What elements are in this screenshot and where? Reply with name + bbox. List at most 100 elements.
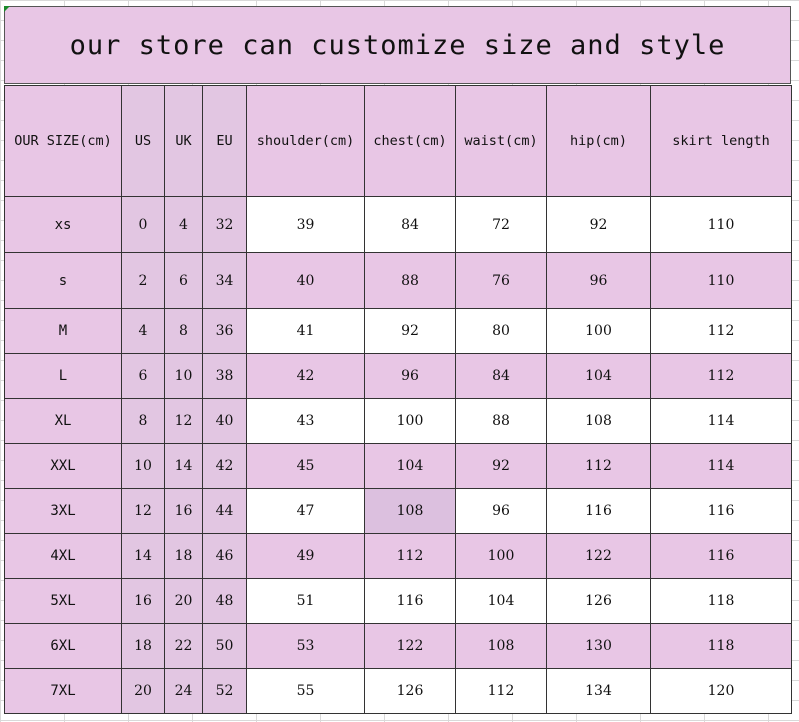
cell-eu: 32 (202, 196, 247, 253)
table-row: 5XL 16 20 48 51 116 104 126 118 (4, 578, 792, 624)
cell-chest: 122 (364, 623, 456, 669)
cell-shoulder: 39 (246, 196, 365, 253)
cell-waist: 84 (455, 353, 547, 399)
cell-chest: 84 (364, 196, 456, 253)
cell-us: 6 (121, 353, 165, 399)
cell-hip: 126 (546, 578, 651, 624)
header-us: US (121, 85, 165, 197)
cell-chest: 104 (364, 443, 456, 489)
cell-uk: 20 (164, 578, 203, 624)
table-row: 3XL 12 16 44 47 108 96 116 116 (4, 488, 792, 534)
cell-our-size: xs (4, 196, 122, 253)
cell-shoulder: 51 (246, 578, 365, 624)
cell-skirt-length: 118 (650, 578, 792, 624)
cell-waist: 72 (455, 196, 547, 253)
header-waist: waist(cm) (455, 85, 547, 197)
cell-chest: 116 (364, 578, 456, 624)
cell-our-size: 7XL (4, 668, 122, 714)
cell-hip: 116 (546, 488, 651, 534)
cell-uk: 16 (164, 488, 203, 534)
header-skirt-length: skirt length (650, 85, 792, 197)
cell-our-size: XL (4, 398, 122, 444)
cell-us: 12 (121, 488, 165, 534)
cell-waist: 80 (455, 308, 547, 354)
cell-skirt-length: 114 (650, 398, 792, 444)
header-row: OUR SIZE(cm) US UK EU shoulder(cm) chest… (4, 85, 792, 197)
cell-chest: 108 (364, 488, 456, 534)
cell-uk: 8 (164, 308, 203, 354)
cell-us: 16 (121, 578, 165, 624)
table-row: M 4 8 36 41 92 80 100 112 (4, 308, 792, 354)
cell-eu: 44 (202, 488, 247, 534)
cell-shoulder: 55 (246, 668, 365, 714)
cell-us: 4 (121, 308, 165, 354)
cell-our-size: XXL (4, 443, 122, 489)
table-row: 6XL 18 22 50 53 122 108 130 118 (4, 623, 792, 669)
cell-shoulder: 40 (246, 252, 365, 309)
cell-us: 18 (121, 623, 165, 669)
table-row: XXL 10 14 42 45 104 92 112 114 (4, 443, 792, 489)
cell-hip: 134 (546, 668, 651, 714)
cell-comment-marker-icon (4, 6, 10, 12)
table-row: s 2 6 34 40 88 76 96 110 (4, 252, 792, 309)
table-row: 4XL 14 18 46 49 112 100 122 116 (4, 533, 792, 579)
cell-us: 20 (121, 668, 165, 714)
cell-waist: 108 (455, 623, 547, 669)
cell-skirt-length: 110 (650, 252, 792, 309)
cell-uk: 14 (164, 443, 203, 489)
header-eu: EU (202, 85, 247, 197)
cell-eu: 42 (202, 443, 247, 489)
cell-waist: 112 (455, 668, 547, 714)
cell-hip: 130 (546, 623, 651, 669)
cell-eu: 34 (202, 252, 247, 309)
cell-shoulder: 43 (246, 398, 365, 444)
cell-shoulder: 42 (246, 353, 365, 399)
cell-uk: 24 (164, 668, 203, 714)
cell-skirt-length: 120 (650, 668, 792, 714)
cell-us: 2 (121, 252, 165, 309)
cell-skirt-length: 116 (650, 488, 792, 534)
cell-waist: 92 (455, 443, 547, 489)
cell-chest: 126 (364, 668, 456, 714)
cell-skirt-length: 116 (650, 533, 792, 579)
cell-hip: 104 (546, 353, 651, 399)
cell-our-size: 5XL (4, 578, 122, 624)
cell-our-size: M (4, 308, 122, 354)
cell-shoulder: 41 (246, 308, 365, 354)
cell-eu: 46 (202, 533, 247, 579)
cell-uk: 4 (164, 196, 203, 253)
cell-eu: 40 (202, 398, 247, 444)
cell-our-size: 3XL (4, 488, 122, 534)
cell-shoulder: 45 (246, 443, 365, 489)
header-chest: chest(cm) (364, 85, 456, 197)
cell-our-size: 6XL (4, 623, 122, 669)
cell-shoulder: 49 (246, 533, 365, 579)
cell-our-size: L (4, 353, 122, 399)
cell-hip: 96 (546, 252, 651, 309)
cell-chest: 112 (364, 533, 456, 579)
cell-chest: 92 (364, 308, 456, 354)
cell-uk: 22 (164, 623, 203, 669)
header-shoulder: shoulder(cm) (246, 85, 365, 197)
table-row: XL 8 12 40 43 100 88 108 114 (4, 398, 792, 444)
cell-hip: 100 (546, 308, 651, 354)
cell-us: 10 (121, 443, 165, 489)
cell-skirt-length: 118 (650, 623, 792, 669)
cell-waist: 100 (455, 533, 547, 579)
cell-waist: 88 (455, 398, 547, 444)
header-uk: UK (164, 85, 203, 197)
cell-waist: 76 (455, 252, 547, 309)
cell-waist: 96 (455, 488, 547, 534)
page-title: our store can customize size and style (4, 6, 791, 84)
table-row: xs 0 4 32 39 84 72 92 110 (4, 196, 792, 253)
cell-our-size: s (4, 252, 122, 309)
cell-eu: 38 (202, 353, 247, 399)
header-hip: hip(cm) (546, 85, 651, 197)
cell-shoulder: 53 (246, 623, 365, 669)
size-chart-table: OUR SIZE(cm) US UK EU shoulder(cm) chest… (4, 85, 792, 714)
cell-us: 14 (121, 533, 165, 579)
header-our-size: OUR SIZE(cm) (4, 85, 122, 197)
cell-eu: 50 (202, 623, 247, 669)
cell-eu: 52 (202, 668, 247, 714)
cell-skirt-length: 110 (650, 196, 792, 253)
